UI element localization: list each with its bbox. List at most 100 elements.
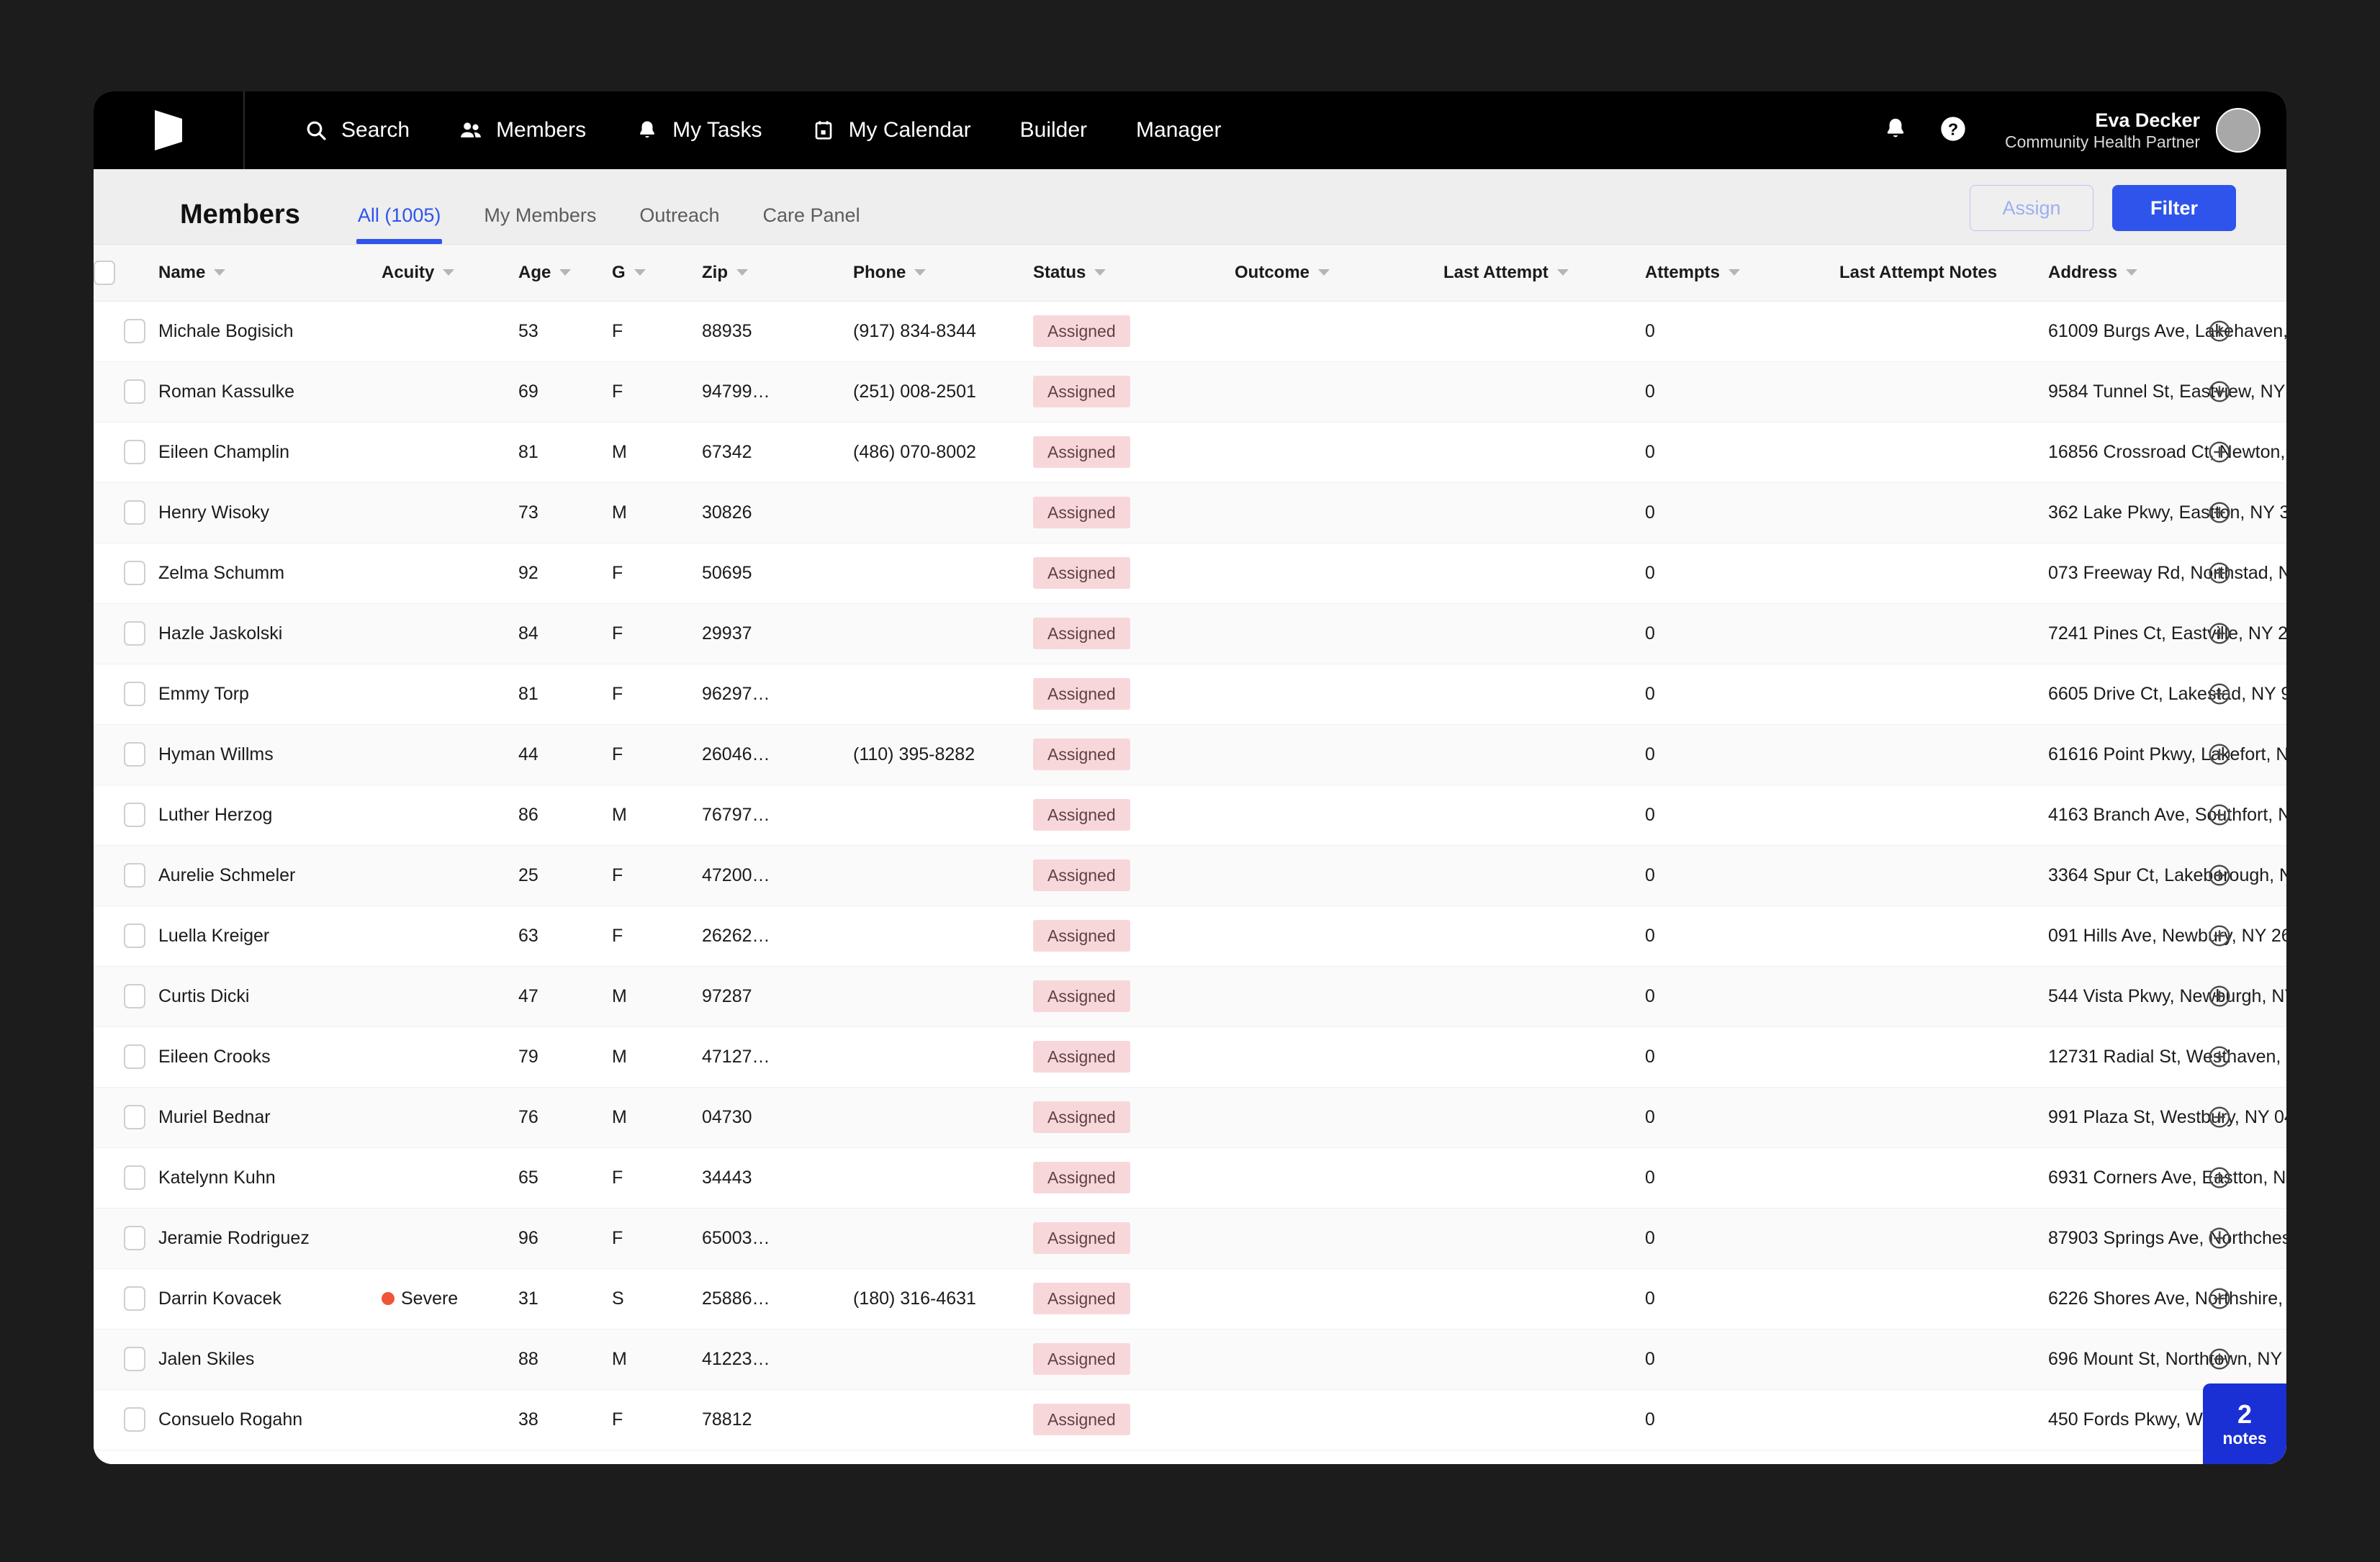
cell-gender: F xyxy=(612,1147,702,1209)
table-row[interactable]: Emmy Torp 81 F 96297… Assigned 0 6605 Drive Ct… xyxy=(94,664,2286,725)
nav-right-cluster: ? Eva Decker Community Health Partner xyxy=(1880,91,2260,169)
table-row[interactable]: Darrin Kovacek Severe 31 S 25886… (180) 316-4… xyxy=(94,1268,2286,1329)
cell-last-attempt-notes xyxy=(1839,422,2048,483)
column-header-acuity[interactable]: Acuity xyxy=(382,245,518,302)
cell-name: Zelma Schumm xyxy=(158,543,382,604)
cell-phone xyxy=(853,906,1033,967)
column-header-status[interactable]: Status xyxy=(1033,245,1235,302)
tab-all[interactable]: All (1005) xyxy=(336,204,463,244)
table-row[interactable]: Eileen Champlin 81 M 67342 (486) 070-8002 Ass… xyxy=(94,422,2286,483)
table-row[interactable]: Luther Herzog 86 M 76797… Assigned 0 4163 Bran… xyxy=(94,785,2286,846)
row-checkbox[interactable] xyxy=(124,1044,145,1069)
cell-acuity xyxy=(382,361,518,423)
row-checkbox[interactable] xyxy=(124,1165,145,1190)
row-checkbox[interactable] xyxy=(124,742,145,767)
table-row[interactable]: Curtis Dicki 47 M 97287 Assigned 0 544 Vista P… xyxy=(94,966,2286,1027)
cell-attempts: 0 xyxy=(1645,1268,1839,1329)
nav-item-my-tasks[interactable]: My Tasks xyxy=(610,118,786,143)
table-row[interactable]: Jeramie Rodriguez 96 F 65003… Assigned 0 87903… xyxy=(94,1208,2286,1269)
cell-phone: (110) 395-8282 xyxy=(853,724,1033,785)
cell-last-attempt-notes xyxy=(1839,724,2048,785)
column-header-address[interactable]: Address xyxy=(2048,245,2207,302)
notes-badge[interactable]: 2 notes xyxy=(2203,1383,2286,1464)
tab-my-members[interactable]: My Members xyxy=(462,204,618,244)
nav-item-builder[interactable]: Builder xyxy=(996,118,1112,143)
row-checkbox[interactable] xyxy=(124,924,145,948)
tab-label: Care Panel xyxy=(762,204,860,226)
row-checkbox[interactable] xyxy=(124,1226,145,1250)
cell-age: 96 xyxy=(518,1208,612,1269)
table-row[interactable]: Roman Kassulke 69 F 94799… (251) 008-2501 Ass… xyxy=(94,361,2286,423)
row-checkbox[interactable] xyxy=(124,984,145,1008)
address-text: 61616 Point Pkwy, Lakefort, NY 26046 xyxy=(2048,744,2286,764)
user-menu[interactable]: Eva Decker Community Health Partner xyxy=(2005,108,2260,153)
nav-item-my-calendar[interactable]: My Calendar xyxy=(787,118,996,143)
table-row[interactable]: Hazle Jaskolski 84 F 29937 Assigned 0 7241 Pin… xyxy=(94,603,2286,664)
column-header-phone[interactable]: Phone xyxy=(853,245,1033,302)
row-checkbox[interactable] xyxy=(124,561,145,585)
help-button[interactable]: ? xyxy=(1937,114,1969,146)
cell-address: 4163 Branch Ave, Southfort, NY 76797 xyxy=(2048,785,2286,846)
table-row[interactable]: Muriel Bednar 76 M 04730 Assigned 0 991 Plaza … xyxy=(94,1087,2286,1148)
select-all-checkbox[interactable] xyxy=(94,260,115,285)
cell-attempts: 0 xyxy=(1645,1147,1839,1209)
avatar[interactable] xyxy=(2216,108,2260,153)
cell-zip: 47127… xyxy=(702,1026,853,1088)
row-checkbox[interactable] xyxy=(124,500,145,525)
svg-text:?: ? xyxy=(1948,119,1958,138)
row-checkbox[interactable] xyxy=(124,863,145,888)
table-row[interactable]: Aurelie Schmeler 25 F 47200… Assigned 0 3364 S… xyxy=(94,845,2286,906)
tab-outreach[interactable]: Outreach xyxy=(618,204,741,244)
tab-care-panel[interactable]: Care Panel xyxy=(741,204,881,244)
cell-last-attempt xyxy=(1443,1147,1645,1209)
table-row[interactable]: Michale Bogisich 53 F 88935 (917) 834-8344 As… xyxy=(94,301,2286,362)
table-row[interactable]: Zelma Schumm 92 F 50695 Assigned 0 073 Freeway… xyxy=(94,543,2286,604)
app-logo[interactable] xyxy=(94,91,245,169)
row-checkbox[interactable] xyxy=(124,1105,145,1129)
table-row[interactable]: Henry Wisoky 73 M 30826 Assigned 0 362 Lake Pk… xyxy=(94,482,2286,543)
column-header-outcome[interactable]: Outcome xyxy=(1235,245,1443,302)
row-checkbox[interactable] xyxy=(124,1286,145,1311)
table-row[interactable]: Jalen Skiles 88 M 41223… Assigned 0 696 Mount … xyxy=(94,1329,2286,1390)
row-checkbox[interactable] xyxy=(124,440,145,464)
cell-age: 65 xyxy=(518,1147,612,1209)
cell-last-attempt-notes xyxy=(1839,1087,2048,1148)
row-checkbox[interactable] xyxy=(124,803,145,827)
cell-attempts: 0 xyxy=(1645,785,1839,846)
table-row[interactable]: Luella Kreiger 63 F 26262… Assigned 0 091 Hill… xyxy=(94,906,2286,967)
column-header-attempts[interactable]: Attempts xyxy=(1645,245,1839,302)
table-row[interactable]: Hyman Willms 44 F 26046… (110) 395-8282 Assig… xyxy=(94,724,2286,785)
column-label: G xyxy=(612,262,626,282)
nav-item-label: Members xyxy=(496,118,587,142)
assign-button[interactable]: Assign xyxy=(1970,185,2093,231)
cell-zip: 78812 xyxy=(702,1389,853,1450)
table-row[interactable]: Katelynn Kuhn 65 F 34443 Assigned 0 6931 Corne… xyxy=(94,1147,2286,1209)
column-label: Name xyxy=(158,262,206,282)
cell-last-attempt xyxy=(1443,361,1645,423)
row-checkbox[interactable] xyxy=(124,1347,145,1371)
nav-item-label: Manager xyxy=(1136,118,1222,142)
cell-outcome xyxy=(1235,361,1443,423)
column-header-zip[interactable]: Zip xyxy=(702,245,853,302)
cell-phone xyxy=(853,785,1033,846)
cell-address: 87903 Springs Ave, Northchester, NY 6500… xyxy=(2048,1208,2286,1269)
chevron-down-icon xyxy=(559,269,572,276)
nav-item-manager[interactable]: Manager xyxy=(1112,118,1245,143)
row-checkbox[interactable] xyxy=(124,1407,145,1432)
cell-acuity xyxy=(382,543,518,604)
column-header-name[interactable]: Name xyxy=(158,245,382,302)
column-header-age[interactable]: Age xyxy=(518,245,612,302)
column-header-last-attempt[interactable]: Last Attempt xyxy=(1443,245,1645,302)
row-checkbox[interactable] xyxy=(124,319,145,343)
row-checkbox[interactable] xyxy=(124,379,145,404)
nav-item-members[interactable]: Members xyxy=(434,118,610,143)
nav-item-search[interactable]: Search xyxy=(279,118,434,143)
column-header-g[interactable]: G xyxy=(612,245,702,302)
row-checkbox[interactable] xyxy=(124,682,145,706)
table-row[interactable]: Eileen Crooks 79 M 47127… Assigned 0 12731 Rad… xyxy=(94,1026,2286,1088)
filter-button[interactable]: Filter xyxy=(2112,185,2236,231)
cell-name: Eileen Crooks xyxy=(158,1026,382,1088)
notifications-button[interactable] xyxy=(1880,114,1911,146)
table-row[interactable]: Consuelo Rogahn 38 F 78812 Assigned 0 450 Ford… xyxy=(94,1389,2286,1450)
row-checkbox[interactable] xyxy=(124,621,145,646)
